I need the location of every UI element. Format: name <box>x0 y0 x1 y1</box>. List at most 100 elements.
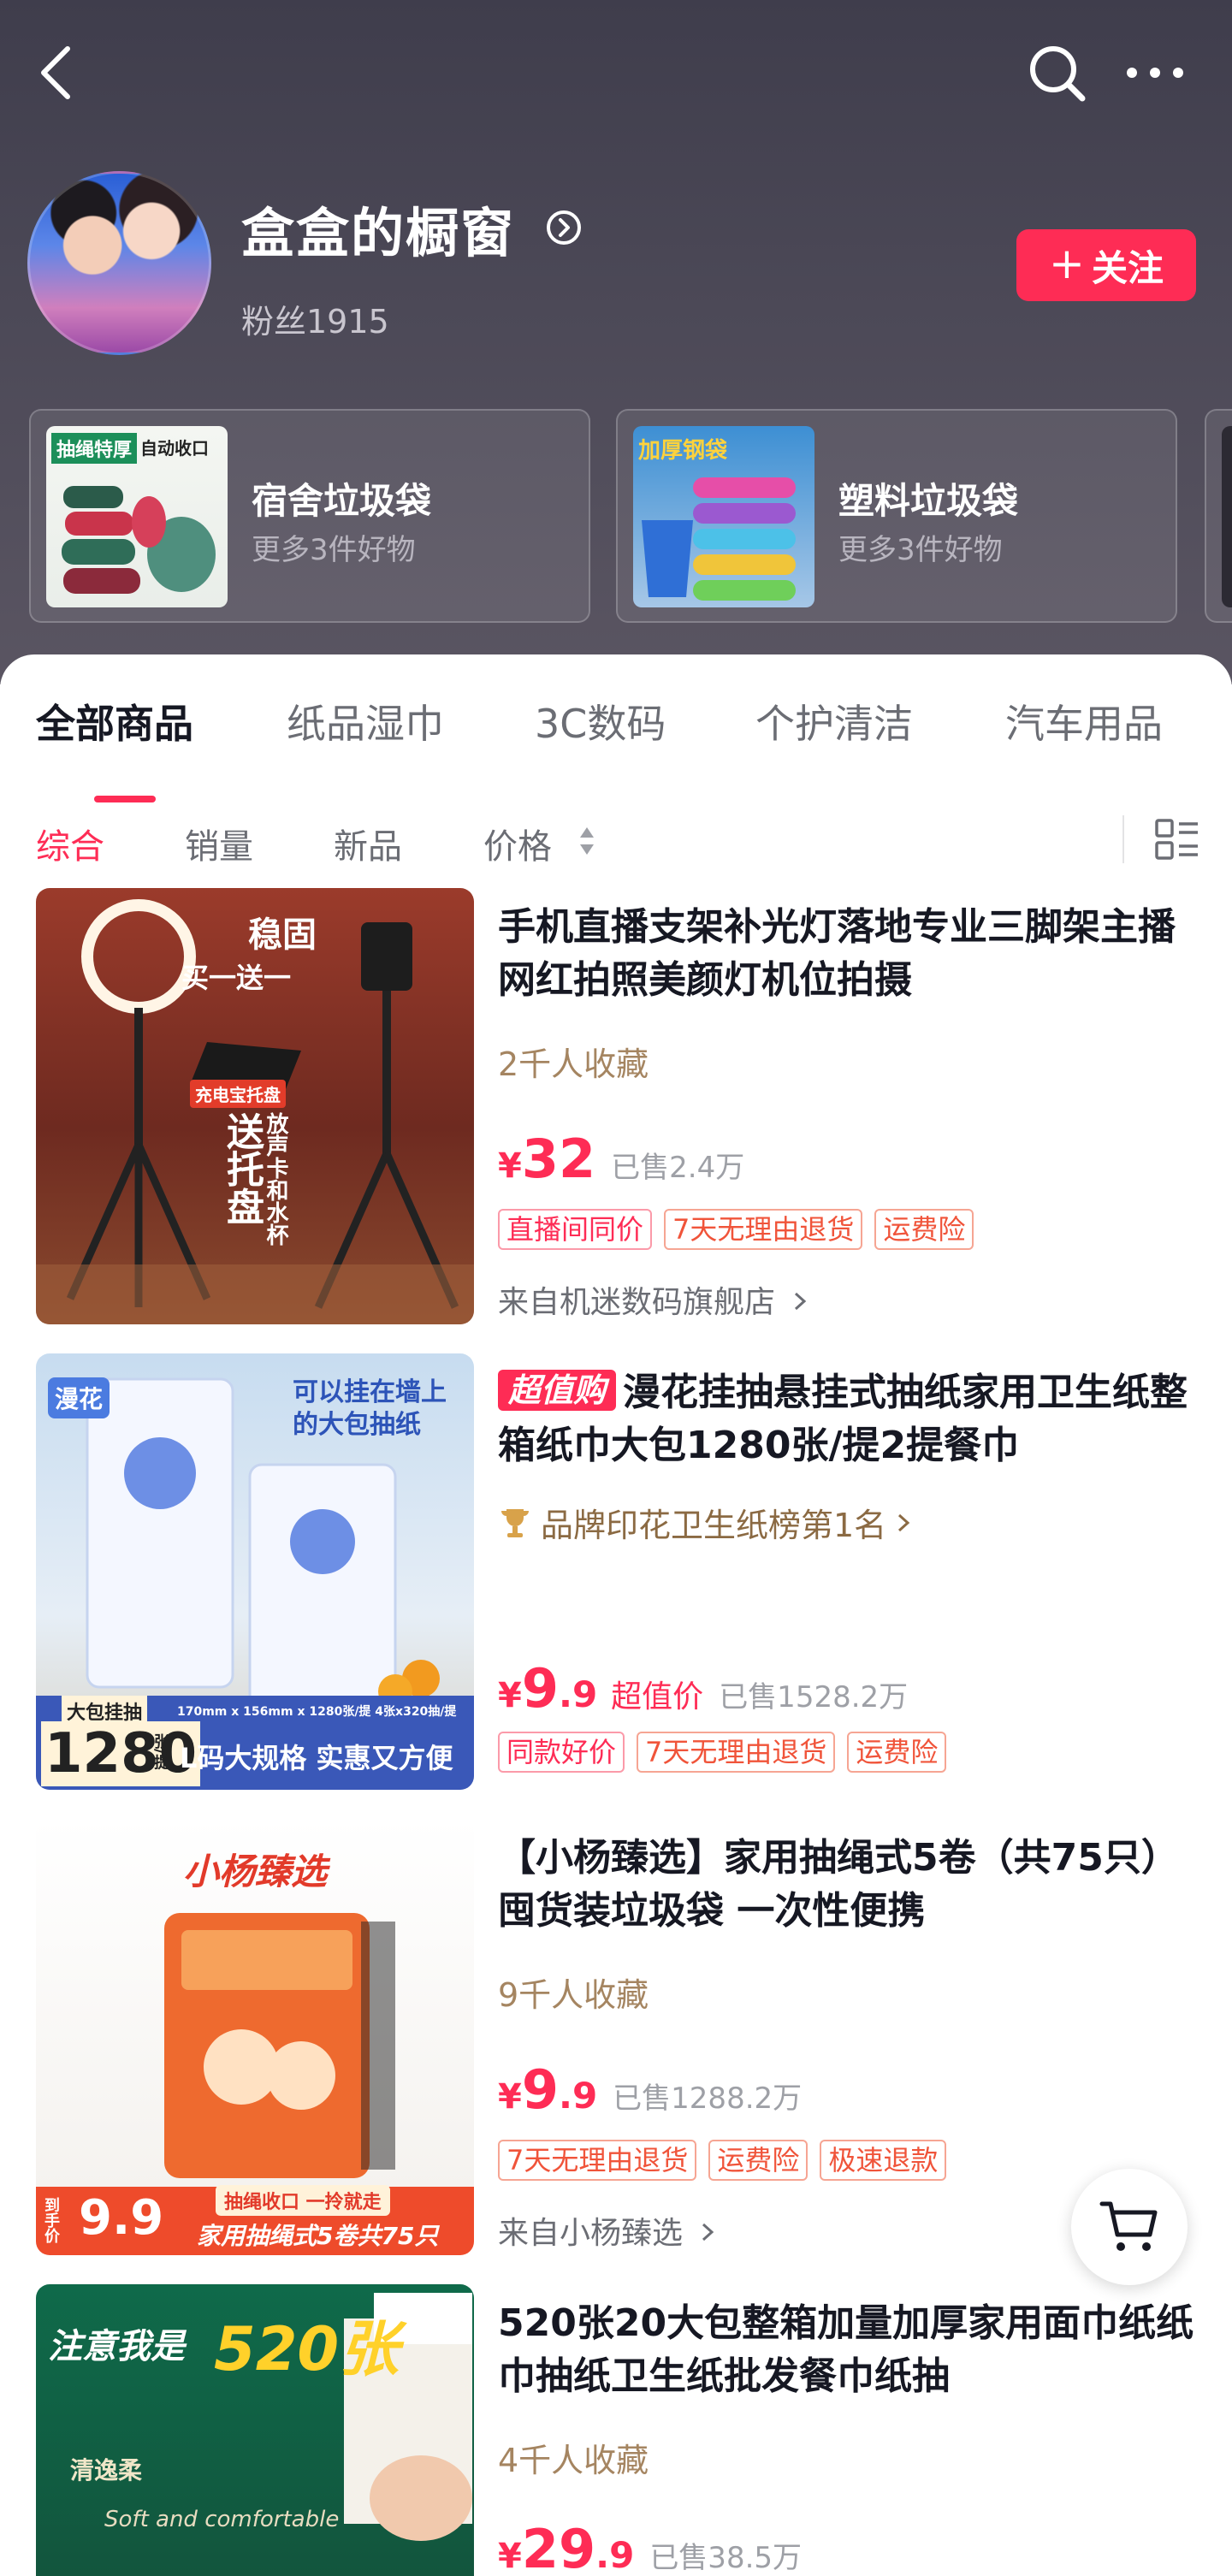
image-label: 家用抽绳式5卷共75只 <box>197 2222 439 2250</box>
price: 9 <box>521 2058 559 2121</box>
price-row: ¥ 29 .9 已售38.5万 <box>498 2518 802 2576</box>
sort-arrows-icon[interactable] <box>578 824 596 858</box>
price: 29 <box>521 2518 596 2576</box>
ranking-link[interactable]: 品牌印花卫生纸榜第1名 <box>498 1499 912 1546</box>
product-image[interactable]: 稳固 买一送一 充电宝托盘 送托盘 放声卡和水杯 <box>36 888 474 1324</box>
tab-paper-wipes[interactable]: 纸品湿巾 <box>287 693 444 749</box>
product-tags: 同款好价 7天无理由退货 运费险 <box>498 1732 947 1773</box>
category-thumbnail: 加厚钢袋 <box>633 426 814 607</box>
image-label: 买一送一 <box>181 962 292 994</box>
product-image[interactable]: 小杨臻选 到手价 9.9 抽绳收口 一拎就走 家用抽绳式5卷共75只 <box>36 1819 474 2255</box>
product-tags: 7天无理由退货 运费险 极速退款 <box>498 2140 947 2181</box>
sort-sales[interactable]: 销量 <box>185 819 253 868</box>
product-card[interactable]: 小杨臻选 到手价 9.9 抽绳收口 一拎就走 家用抽绳式5卷共75只 【小杨臻选… <box>0 1819 1232 2264</box>
chevron-right-icon <box>795 1292 807 1311</box>
price-decimal: .9 <box>558 2075 598 2117</box>
tag: 7天无理由退货 <box>637 1732 836 1773</box>
tag: 极速退款 <box>820 2140 947 2181</box>
product-info: 手机直播支架补光灯落地专业三脚架主播网红拍照美颜灯机位拍摄 2千人收藏 ¥ 32… <box>498 901 1199 1320</box>
image-label: 张/提 <box>151 1733 169 1770</box>
tag: 同款好价 <box>498 1732 625 1773</box>
tag: 7天无理由退货 <box>498 2140 697 2181</box>
category-card-plastic-bags[interactable]: 加厚钢袋 塑料垃圾袋 更多3件好物 <box>616 409 1177 623</box>
category-thumbnail <box>1222 426 1232 607</box>
category-card-dorm-bags[interactable]: 抽绳特厚 自动收口 宿舍垃圾袋 更多3件好物 <box>29 409 590 623</box>
image-label: 1280 <box>41 1721 201 1786</box>
colorful-bag-rolls-illustration <box>642 477 796 601</box>
image-label: 170mm x 156mm x 1280张/提 4张x320抽/提 <box>177 1705 457 1719</box>
follow-label: 关注 <box>1091 246 1164 289</box>
more-button[interactable] <box>1116 34 1194 111</box>
sold-count: 已售1288.2万 <box>613 2082 803 2116</box>
image-label: Soft and comfortable <box>104 2507 340 2532</box>
avatar[interactable] <box>27 171 211 355</box>
currency-symbol: ¥ <box>498 1146 522 1186</box>
shop-link[interactable]: 来自小杨臻选 <box>498 2208 716 2253</box>
shop-link[interactable]: 来自机迷数码旗舰店 <box>498 1277 808 1322</box>
chevron-right-circle-icon[interactable] <box>545 209 583 246</box>
trophy-icon <box>501 1508 529 1537</box>
product-title[interactable]: 超值购 漫花挂抽悬挂式抽纸家用卫生纸整箱纸巾大包1280张/提2提餐巾 <box>498 1366 1199 1472</box>
sold-count: 已售1528.2万 <box>719 1680 909 1714</box>
tag: 运费险 <box>847 1732 947 1773</box>
sold-count: 已售38.5万 <box>649 2541 803 2575</box>
product-card[interactable]: 稳固 买一送一 充电宝托盘 送托盘 放声卡和水杯 手机直播支架补光灯落地专业三脚… <box>0 888 1232 1333</box>
sort-bar: 综合 销量 新品 价格 <box>0 808 1232 877</box>
product-info: 520张20大包整箱加量加厚家用面巾纸纸巾抽纸卫生纸批发餐巾纸抽 4千人收藏 ¥… <box>498 2297 1199 2576</box>
back-button[interactable] <box>26 34 86 111</box>
category-tabs: 全部商品 纸品湿巾 3C数码 个护清洁 汽车用品 <box>0 693 1232 802</box>
product-title[interactable]: 520张20大包整箱加量加厚家用面巾纸纸巾抽纸卫生纸批发餐巾纸抽 <box>498 2297 1199 2403</box>
price-decimal: .9 <box>558 1673 598 1715</box>
image-label: 充电宝托盘 <box>190 1080 286 1108</box>
price-row: ¥ 32 已售2.4万 <box>498 1128 744 1190</box>
product-image[interactable]: 注意我是 520张 清逸柔 Soft and comfortable <box>36 2284 474 2576</box>
sort-new[interactable]: 新品 <box>334 819 402 868</box>
image-label: 清逸柔 <box>70 2456 143 2484</box>
shop-header: 盒盒的橱窗 粉丝1915 + 关注 抽绳特厚 自动收口 宿舍垃圾袋 更多3件好物… <box>0 0 1232 684</box>
price: 32 <box>521 1128 596 1190</box>
image-label: 9.9 <box>79 2190 164 2246</box>
cart-button[interactable] <box>1071 2169 1188 2285</box>
tag: 直播间同价 <box>498 1209 653 1250</box>
category-name: 塑料垃圾袋 <box>838 480 1019 522</box>
favorites-count: 4千人收藏 <box>498 2442 649 2479</box>
favorites-count: 2千人收藏 <box>498 1045 649 1083</box>
list-layout-icon[interactable] <box>1153 815 1201 863</box>
product-card[interactable]: 注意我是 520张 清逸柔 Soft and comfortable 520张2… <box>0 2284 1232 2576</box>
product-info: 超值购 漫花挂抽悬挂式抽纸家用卫生纸整箱纸巾大包1280张/提2提餐巾 品牌印花卫… <box>498 1366 1199 1773</box>
price-decimal: .9 <box>595 2534 635 2576</box>
brand-label: 小杨臻选 <box>183 1851 328 1892</box>
category-more: 更多3件好物 <box>252 533 416 567</box>
search-icon <box>1030 46 1086 102</box>
sort-comprehensive[interactable]: 综合 <box>36 819 104 868</box>
sort-price[interactable]: 价格 <box>483 819 552 868</box>
product-title[interactable]: 手机直播支架补光灯落地专业三脚架主播网红拍照美颜灯机位拍摄 <box>498 901 1199 1007</box>
tag: 7天无理由退货 <box>664 1209 863 1250</box>
brand-label: 漫花 <box>48 1377 110 1418</box>
currency-symbol: ¥ <box>498 1676 522 1715</box>
tab-3c-digital[interactable]: 3C数码 <box>535 693 666 749</box>
sold-count: 已售2.4万 <box>611 1151 745 1185</box>
price-row: ¥ 9 .9 已售1288.2万 <box>498 2058 802 2121</box>
image-label: 抽绳收口 一拎就走 <box>216 2185 390 2216</box>
tab-all-products[interactable]: 全部商品 <box>36 693 193 749</box>
ranking-label: 品牌印花卫生纸榜第1名 <box>541 1507 887 1544</box>
image-label: 520张 <box>214 2314 400 2384</box>
chevron-right-icon <box>702 2223 714 2241</box>
product-image[interactable]: 漫花 可以挂在墙上 的大包抽纸 大包挂抽 1280 张/提 170mm x 15… <box>36 1353 474 1790</box>
product-card[interactable]: 漫花 可以挂在墙上 的大包抽纸 大包挂抽 1280 张/提 170mm x 15… <box>0 1353 1232 1798</box>
product-title[interactable]: 【小杨臻选】家用抽绳式5卷（共75只）囤货装垃圾袋 一次性便携 <box>498 1832 1199 1938</box>
divider <box>1122 815 1124 863</box>
image-label: L码大规格 实惠又方便 <box>180 1742 453 1774</box>
search-button[interactable] <box>1018 34 1095 111</box>
shop-name[interactable]: 盒盒的橱窗 <box>241 190 515 267</box>
category-card-partial[interactable] <box>1205 409 1232 623</box>
follow-button[interactable]: + 关注 <box>1016 229 1196 301</box>
tab-personal-care[interactable]: 个护清洁 <box>755 693 913 749</box>
tab-car-supplies[interactable]: 汽车用品 <box>1005 693 1163 749</box>
favorites-count: 9千人收藏 <box>498 1976 649 2014</box>
tag: 运费险 <box>874 1209 974 1250</box>
fans-count: 粉丝1915 <box>241 303 389 341</box>
image-label: 的大包抽纸 <box>293 1410 421 1440</box>
shopping-cart-icon <box>1099 2201 1158 2251</box>
